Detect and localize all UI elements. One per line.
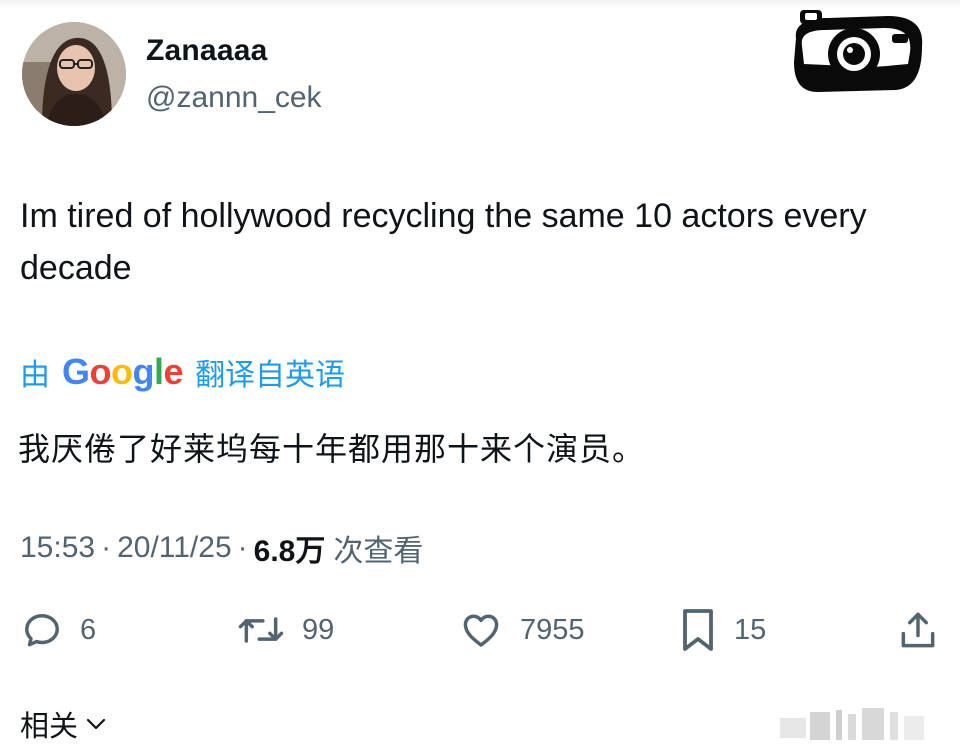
author-display-name[interactable]: Zanaaaa <box>146 34 267 68</box>
views-label: 次查看 <box>333 534 424 569</box>
share-upload-icon <box>901 612 935 648</box>
tweet-text: Im tired of hollywood recycling the same… <box>20 197 867 287</box>
avatar-photo <box>22 22 126 126</box>
share-button[interactable] <box>896 604 940 656</box>
meta-separator: · <box>101 531 112 564</box>
related-label: 相关 <box>20 709 79 743</box>
reply-button[interactable]: 6 <box>20 604 96 656</box>
author-handle[interactable]: @zannn_cek <box>146 81 322 115</box>
heart-icon <box>463 614 499 647</box>
meta-separator: · <box>237 531 248 564</box>
google-letter: G <box>62 351 90 392</box>
google-letter: l <box>154 351 164 392</box>
tweet-time[interactable]: 15:53 <box>20 531 95 565</box>
bookmark-count: 15 <box>734 613 767 646</box>
avatar[interactable] <box>22 22 126 126</box>
translated-text: 我厌倦了好莱坞每十年都用那十来个演员。 <box>18 430 646 468</box>
watermark-mark <box>780 708 924 740</box>
bookmark-button[interactable]: 15 <box>678 604 766 656</box>
google-letter: g <box>132 351 155 392</box>
repost-arrows-icon <box>238 617 284 643</box>
like-count: 7955 <box>520 613 585 646</box>
speech-bubble-icon <box>25 613 59 647</box>
google-logo: Google <box>62 351 184 393</box>
repost-count: 99 <box>302 613 335 646</box>
translated-from-label: 翻译自英语 <box>195 358 346 393</box>
translation-attribution[interactable]: 由 Google 翻译自英语 <box>20 350 345 394</box>
related-toggle[interactable]: 相关 <box>20 702 108 746</box>
action-bar: 6 99 7955 15 <box>0 604 960 656</box>
reply-count: 6 <box>80 613 97 646</box>
repost-button[interactable]: 99 <box>236 604 334 656</box>
camera-icon <box>794 10 923 92</box>
translated-by-label: 由 <box>20 358 50 393</box>
views-count: 6.8万 <box>253 535 326 568</box>
like-button[interactable]: 7955 <box>458 604 585 656</box>
tweet-meta: 15:53 · 20/11/25 · 6.8万 次查看 <box>20 528 424 569</box>
chevron-down-icon <box>86 718 106 730</box>
google-letter: e <box>163 351 184 392</box>
google-letter: o <box>111 351 133 392</box>
bookmark-icon <box>683 609 713 651</box>
tweet-date[interactable]: 20/11/25 <box>117 531 232 565</box>
google-letter: o <box>89 351 112 392</box>
